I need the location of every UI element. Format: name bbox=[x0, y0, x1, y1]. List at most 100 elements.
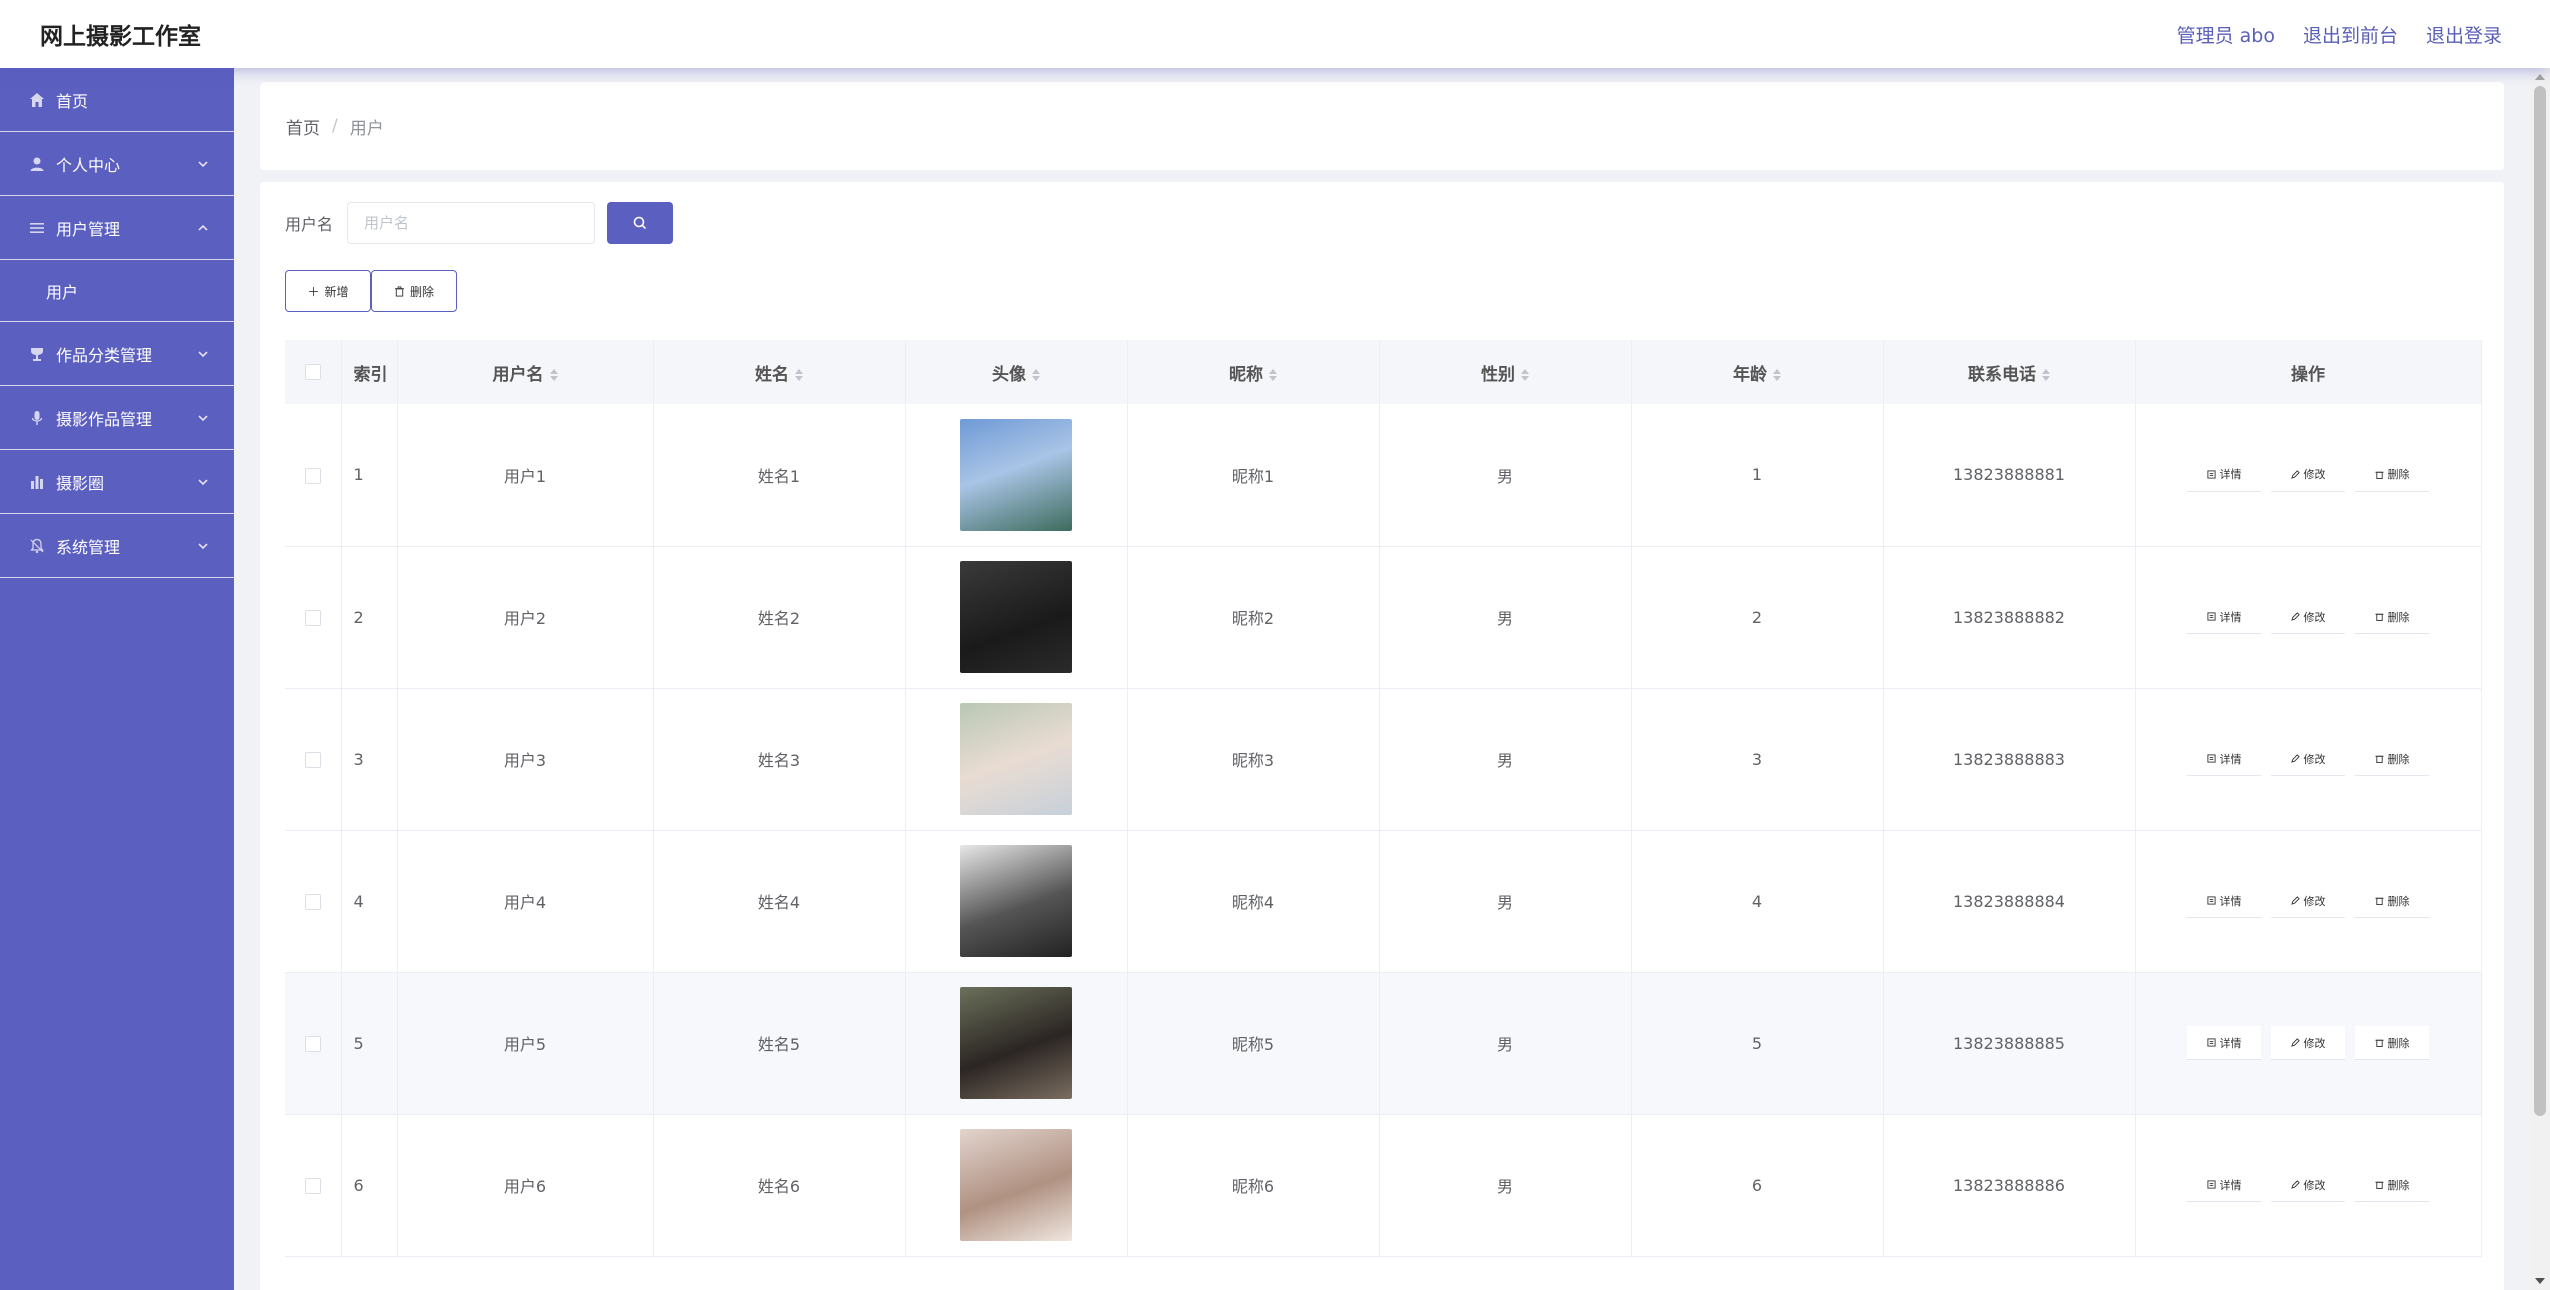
detail-button[interactable]: 详情 bbox=[2187, 884, 2261, 918]
edit-icon bbox=[2290, 896, 2300, 905]
trophy-icon bbox=[28, 345, 46, 363]
column-header-gender[interactable]: 性别 bbox=[1379, 340, 1632, 404]
detail-button[interactable]: 详情 bbox=[2187, 742, 2261, 776]
page-scrollbar[interactable] bbox=[2530, 68, 2550, 1290]
scroll-up-arrow[interactable] bbox=[2535, 74, 2545, 80]
select-all-cell[interactable] bbox=[285, 340, 342, 404]
sidebar-item-label: 用户管理 bbox=[56, 219, 121, 239]
sort-icon[interactable] bbox=[1269, 368, 1277, 381]
column-header-label: 姓名 bbox=[755, 364, 789, 385]
row-delete-button-label: 删除 bbox=[2387, 752, 2410, 766]
row-delete-button[interactable]: 删除 bbox=[2355, 1026, 2429, 1060]
document-icon bbox=[2206, 896, 2216, 905]
sidebar-item-category-management[interactable]: 作品分类管理 bbox=[0, 322, 234, 386]
user-icon bbox=[28, 155, 46, 173]
scroll-down-arrow[interactable] bbox=[2535, 1278, 2545, 1284]
table-row[interactable]: 4 用户4 姓名4 昵称4 男 4 13823888884 详情 修改 删除 bbox=[285, 830, 2482, 973]
sort-icon[interactable] bbox=[2042, 368, 2050, 381]
row-delete-button[interactable]: 删除 bbox=[2355, 1168, 2429, 1202]
column-header-username[interactable]: 用户名 bbox=[397, 340, 654, 404]
row-checkbox[interactable] bbox=[304, 467, 321, 484]
sidebar-subitem-user[interactable]: 用户 bbox=[0, 260, 234, 322]
row-checkbox[interactable] bbox=[304, 1178, 321, 1194]
delete-button-label: 删除 bbox=[409, 284, 434, 299]
sort-icon[interactable] bbox=[549, 368, 558, 381]
table-row[interactable]: 2 用户2 姓名2 昵称2 男 2 13823888882 详情 修改 删除 bbox=[285, 546, 2482, 689]
row-nickname: 昵称6 bbox=[1127, 1114, 1380, 1257]
breadcrumb-home[interactable]: 首页 bbox=[286, 114, 320, 139]
table-row[interactable]: 1 用户1 姓名1 昵称1 男 1 13823888881 详情 修改 删除 bbox=[285, 404, 2482, 547]
detail-button[interactable]: 详情 bbox=[2187, 1026, 2261, 1060]
sort-icon[interactable] bbox=[1032, 368, 1040, 381]
sidebar-item-personal-center[interactable]: 个人中心 bbox=[0, 132, 234, 196]
detail-button[interactable]: 详情 bbox=[2187, 1168, 2261, 1202]
row-select-cell[interactable] bbox=[285, 546, 342, 689]
sort-icon[interactable] bbox=[795, 368, 803, 381]
edit-icon bbox=[2290, 1180, 2300, 1189]
row-nickname: 昵称4 bbox=[1127, 830, 1380, 973]
row-checkbox[interactable] bbox=[304, 752, 321, 768]
row-index: 6 bbox=[341, 1114, 398, 1257]
sort-icon[interactable] bbox=[1773, 368, 1781, 381]
edit-button[interactable]: 修改 bbox=[2271, 457, 2345, 492]
table-row[interactable]: 6 用户6 姓名6 昵称6 男 6 13823888886 详情 修改 删除 bbox=[285, 1114, 2482, 1257]
add-button[interactable]: ＋ 新增 bbox=[285, 270, 371, 312]
bell-icon bbox=[28, 537, 46, 555]
sidebar-item-system-management[interactable]: 系统管理 bbox=[0, 514, 234, 578]
column-header-name[interactable]: 姓名 bbox=[653, 340, 906, 404]
edit-button-label: 修改 bbox=[2303, 894, 2326, 908]
username-search-input[interactable] bbox=[347, 202, 596, 244]
header-actions: 管理员 abo 退出到前台 退出登录 bbox=[2177, 21, 2502, 48]
row-actions-cell: 详情 修改 删除 bbox=[2135, 404, 2482, 547]
sidebar-item-works-management[interactable]: 摄影作品管理 bbox=[0, 386, 234, 450]
table-row[interactable]: 5 用户5 姓名5 昵称5 男 5 13823888885 详情 修改 删除 bbox=[285, 972, 2482, 1115]
table-row[interactable]: 3 用户3 姓名3 昵称3 男 3 13823888883 详情 修改 删除 bbox=[285, 688, 2482, 831]
row-checkbox[interactable] bbox=[304, 610, 321, 626]
select-all-checkbox[interactable] bbox=[304, 364, 321, 380]
row-age: 2 bbox=[1631, 546, 1884, 689]
column-header-label: 联系电话 bbox=[1968, 364, 2036, 385]
column-header-avatar[interactable]: 头像 bbox=[905, 340, 1128, 404]
chevron-down-icon bbox=[198, 414, 208, 421]
delete-button[interactable]: 删除 bbox=[371, 270, 457, 312]
sort-icon[interactable] bbox=[1521, 368, 1529, 381]
edit-button[interactable]: 修改 bbox=[2271, 742, 2345, 776]
row-checkbox[interactable] bbox=[304, 1036, 321, 1052]
row-select-cell[interactable] bbox=[285, 688, 342, 831]
sidebar-item-photo-circle[interactable]: 摄影圈 bbox=[0, 450, 234, 514]
column-header-phone[interactable]: 联系电话 bbox=[1883, 340, 2136, 404]
sidebar-item-home[interactable]: 首页 bbox=[0, 68, 234, 132]
to-front-link[interactable]: 退出到前台 bbox=[2303, 21, 2398, 48]
edit-icon bbox=[2290, 754, 2300, 763]
row-delete-button[interactable]: 删除 bbox=[2355, 742, 2429, 776]
row-checkbox[interactable] bbox=[304, 894, 321, 910]
search-button[interactable] bbox=[607, 202, 674, 244]
row-select-cell[interactable] bbox=[285, 404, 342, 547]
edit-button[interactable]: 修改 bbox=[2271, 1168, 2345, 1202]
edit-icon bbox=[2290, 612, 2300, 621]
avatar bbox=[960, 561, 1072, 673]
edit-button[interactable]: 修改 bbox=[2271, 1026, 2345, 1060]
edit-button[interactable]: 修改 bbox=[2271, 884, 2345, 918]
logout-link[interactable]: 退出登录 bbox=[2426, 21, 2502, 48]
sidebar-item-user-management[interactable]: 用户管理 bbox=[0, 196, 234, 260]
detail-button[interactable]: 详情 bbox=[2187, 600, 2261, 634]
row-delete-button[interactable]: 删除 bbox=[2355, 600, 2429, 634]
sidebar-item-label: 摄影圈 bbox=[56, 473, 105, 493]
document-icon bbox=[2206, 612, 2216, 621]
detail-button[interactable]: 详情 bbox=[2187, 457, 2261, 492]
row-delete-button[interactable]: 删除 bbox=[2355, 457, 2429, 492]
row-delete-button-label: 删除 bbox=[2387, 610, 2410, 624]
edit-button[interactable]: 修改 bbox=[2271, 600, 2345, 634]
trash-icon bbox=[2374, 1181, 2384, 1189]
column-header-age[interactable]: 年龄 bbox=[1631, 340, 1884, 404]
row-select-cell[interactable] bbox=[285, 972, 342, 1115]
row-phone: 13823888884 bbox=[1883, 830, 2136, 973]
row-select-cell[interactable] bbox=[285, 1114, 342, 1257]
breadcrumb-separator: / bbox=[332, 116, 338, 136]
row-delete-button-label: 删除 bbox=[2387, 1178, 2410, 1192]
column-header-nickname[interactable]: 昵称 bbox=[1127, 340, 1380, 404]
row-delete-button[interactable]: 删除 bbox=[2355, 884, 2429, 918]
scrollbar-thumb[interactable] bbox=[2534, 86, 2546, 1116]
row-select-cell[interactable] bbox=[285, 830, 342, 973]
